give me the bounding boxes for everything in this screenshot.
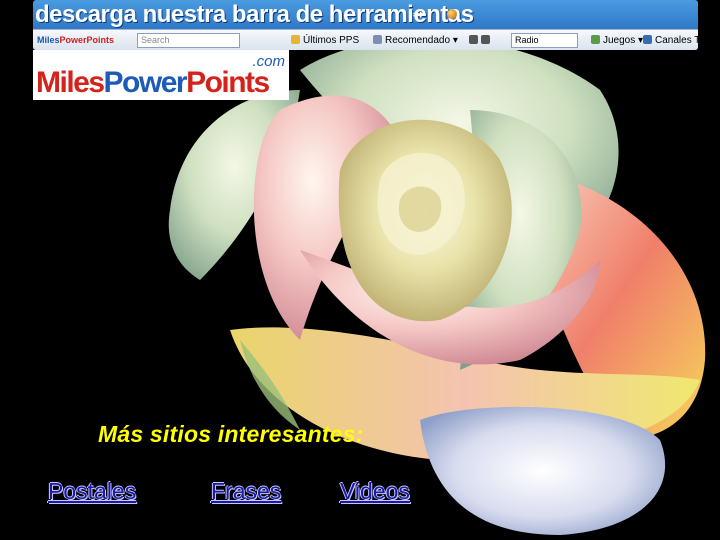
- logo-part-power: Power: [103, 66, 188, 99]
- toolbar-canales-label: Canales TV: [655, 35, 698, 46]
- arrow-icon: ⇒: [412, 6, 424, 22]
- toolbar: MilesPowerPoints Search Últimos PPS Reco…: [33, 29, 698, 50]
- toolbar-logo-part-b: PowerPoints: [59, 35, 115, 45]
- logo-part-points: Points: [186, 66, 270, 99]
- toolbar-download-banner[interactable]: descarga nuestra barra de herramientas ⇒…: [33, 0, 698, 50]
- toolbar-recomendado-button[interactable]: Recomendado ▾: [373, 33, 458, 48]
- pause-icon: [481, 35, 490, 44]
- toolbar-logo-part-a: Miles: [37, 35, 60, 45]
- toolbar-juegos-button[interactable]: Juegos ▾: [591, 33, 643, 48]
- toolbar-ultimos-label: Últimos PPS: [303, 35, 360, 46]
- banner-title: descarga nuestra barra de herramientas: [35, 1, 474, 28]
- logo-wordmark: MilesPowerPoints: [36, 66, 270, 99]
- toolbar-canales-button[interactable]: Canales TV: [643, 33, 698, 48]
- more-sites-heading: Más sitios interesantes:: [98, 421, 364, 447]
- book-icon: [373, 35, 382, 44]
- orb-icon: [447, 9, 457, 19]
- link-frases[interactable]: Frases: [211, 478, 281, 505]
- toolbar-player-controls[interactable]: [469, 33, 493, 48]
- milespowerpoints-logo[interactable]: .com MilesPowerPoints: [33, 50, 289, 100]
- toolbar-ultimos-button[interactable]: Últimos PPS: [291, 33, 359, 48]
- folder-icon: [291, 35, 300, 44]
- toolbar-search-input[interactable]: Search: [137, 33, 240, 48]
- toolbar-radio-select[interactable]: Radio: [511, 33, 578, 48]
- toolbar-recomendado-label: Recomendado: [385, 35, 451, 46]
- logo-part-miles: Miles: [36, 66, 105, 99]
- play-icon: [469, 35, 478, 44]
- game-icon: [591, 35, 600, 44]
- tv-icon: [643, 35, 652, 44]
- toolbar-logo[interactable]: MilesPowerPoints: [37, 33, 114, 48]
- link-videos[interactable]: Videos: [340, 478, 410, 505]
- link-postales[interactable]: Postales: [48, 478, 136, 505]
- toolbar-juegos-label: Juegos: [603, 35, 636, 46]
